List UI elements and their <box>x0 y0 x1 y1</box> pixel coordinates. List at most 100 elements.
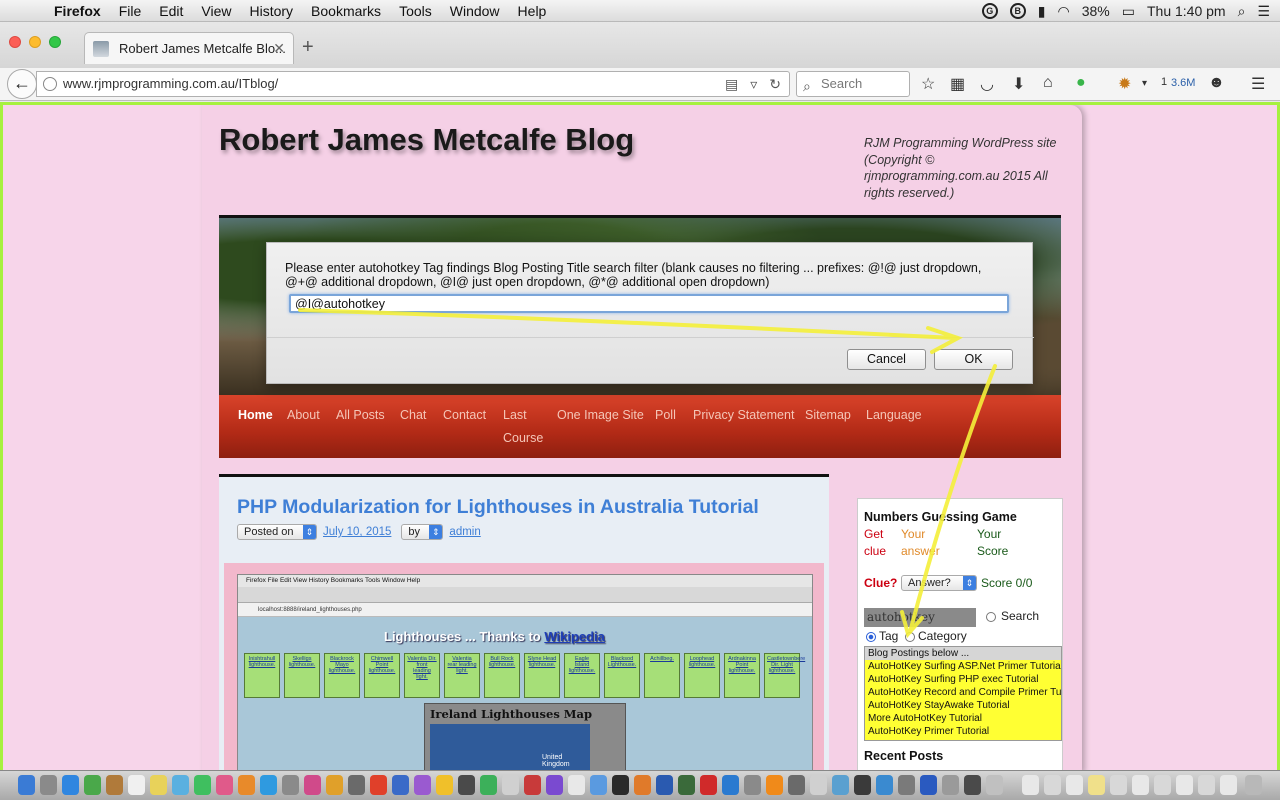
zoom-window-icon[interactable] <box>49 36 61 48</box>
battery-icon[interactable]: ▭ <box>1122 3 1135 20</box>
app-icon[interactable] <box>898 775 915 795</box>
app-icon[interactable] <box>656 775 673 795</box>
nav-one-image-site[interactable]: One Image Site <box>557 408 644 422</box>
audio-icon[interactable]: ▮ <box>1038 3 1046 20</box>
ibooks-store-icon[interactable] <box>326 775 343 795</box>
bluetooth-icon[interactable] <box>920 775 937 795</box>
post-screenshot-image[interactable]: Firefox File Edit View History Bookmarks… <box>224 563 824 770</box>
nav-language[interactable]: Language <box>866 408 922 422</box>
tag-search-input[interactable]: autohotkey <box>864 608 976 627</box>
app-icon[interactable] <box>832 775 849 795</box>
app-icon[interactable] <box>788 775 805 795</box>
list-item[interactable]: AutoHotKey StayAwake Tutorial <box>865 699 1061 712</box>
photos-icon[interactable] <box>216 775 233 795</box>
menu-app-firefox[interactable]: Firefox <box>54 3 101 19</box>
app-icon[interactable] <box>986 775 1003 795</box>
app-icon[interactable] <box>502 775 519 795</box>
post-title[interactable]: PHP Modularization for Lighthouses in Au… <box>237 496 759 519</box>
chrome-icon[interactable] <box>480 775 497 795</box>
notification-center-icon[interactable]: ☰ <box>1257 3 1270 20</box>
menu-file[interactable]: File <box>119 3 142 19</box>
ok-button[interactable]: OK <box>934 349 1013 370</box>
home-icon[interactable]: ⌂ <box>1043 74 1053 92</box>
document-icon[interactable] <box>1022 775 1039 795</box>
nav-last-course-line1[interactable]: Last <box>503 408 527 422</box>
ibooks-icon[interactable] <box>238 775 255 795</box>
contacts-icon[interactable] <box>106 775 123 795</box>
nav-home[interactable]: Home <box>238 408 273 422</box>
app-icon[interactable] <box>634 775 651 795</box>
app-icon[interactable] <box>436 775 453 795</box>
terminal-icon[interactable] <box>612 775 629 795</box>
cancel-button[interactable]: Cancel <box>847 349 926 370</box>
document-icon[interactable] <box>1044 775 1061 795</box>
maps-icon[interactable] <box>172 775 189 795</box>
nav-contact[interactable]: Contact <box>443 408 486 422</box>
reload-icon[interactable]: ↻ <box>769 72 781 96</box>
wifi-icon[interactable]: ◠ <box>1058 3 1070 20</box>
app-icon[interactable] <box>854 775 871 795</box>
by-select[interactable]: by <box>401 524 444 540</box>
url-text[interactable]: www.rjmprogramming.com.au/ITblog/ <box>63 76 278 91</box>
reader-view-icon[interactable]: ▤ <box>725 72 738 96</box>
menu-edit[interactable]: Edit <box>159 3 183 19</box>
app-icon[interactable] <box>546 775 563 795</box>
list-item[interactable]: AutoHotKey Surfing ASP.Net Primer Tutori… <box>865 660 1061 673</box>
document-icon[interactable] <box>1220 775 1237 795</box>
search-radio[interactable] <box>986 612 996 622</box>
opera-icon[interactable] <box>524 775 541 795</box>
facetime-icon[interactable] <box>194 775 211 795</box>
app-icon[interactable] <box>414 775 431 795</box>
menu-help[interactable]: Help <box>518 3 547 19</box>
minimize-window-icon[interactable] <box>29 36 41 48</box>
dropdown-icon[interactable]: ▿ <box>750 72 757 96</box>
document-icon[interactable] <box>1066 775 1083 795</box>
app-icon[interactable] <box>876 775 893 795</box>
grammarly-addon-icon[interactable]: ● <box>1076 74 1086 92</box>
list-item[interactable]: AutoHotKey Primer Tutorial <box>865 725 1061 738</box>
firebug-icon[interactable]: ✹ <box>1118 74 1131 94</box>
app-icon[interactable] <box>722 775 739 795</box>
nav-chat[interactable]: Chat <box>400 408 426 422</box>
nav-privacy[interactable]: Privacy Statement <box>693 408 794 422</box>
trash-icon[interactable] <box>1245 775 1262 795</box>
list-item[interactable]: More AutoHotKey Tutorial <box>865 712 1061 725</box>
nav-sitemap[interactable]: Sitemap <box>805 408 851 422</box>
launchpad-icon[interactable] <box>40 775 57 795</box>
utilities-icon[interactable] <box>348 775 365 795</box>
filezilla-icon[interactable] <box>700 775 717 795</box>
app-icon[interactable] <box>568 775 585 795</box>
post-author-link[interactable]: admin <box>449 526 480 538</box>
clue-label[interactable]: Clue? <box>864 576 897 590</box>
nav-all-posts[interactable]: All Posts <box>336 408 385 422</box>
tab-close-icon[interactable]: ✕ <box>273 40 285 57</box>
blog-postings-list[interactable]: Blog Postings below ... AutoHotKey Surfi… <box>864 646 1062 741</box>
pocket-icon[interactable]: ◡ <box>980 74 994 94</box>
back-button[interactable]: ← <box>7 69 37 99</box>
spotlight-icon[interactable]: ⌕ <box>1238 3 1246 20</box>
terminal-icon[interactable] <box>458 775 475 795</box>
calendar-icon[interactable] <box>128 775 145 795</box>
menu-window[interactable]: Window <box>450 3 500 19</box>
posted-on-select[interactable]: Posted on <box>237 524 317 540</box>
url-bar[interactable]: www.rjmprogramming.com.au/ITblog/ ▤ ▿ ↻ <box>36 71 790 97</box>
notes-icon[interactable] <box>150 775 167 795</box>
addon-dropdown-icon[interactable]: ▾ <box>1142 78 1147 89</box>
firefox-icon[interactable] <box>370 775 387 795</box>
document-icon[interactable] <box>1198 775 1215 795</box>
menu-view[interactable]: View <box>201 3 231 19</box>
document-icon[interactable] <box>1110 775 1127 795</box>
messages-icon[interactable] <box>84 775 101 795</box>
document-icon[interactable] <box>1088 775 1105 795</box>
app-icon[interactable] <box>678 775 695 795</box>
finder-icon[interactable] <box>18 775 35 795</box>
document-icon[interactable] <box>1154 775 1171 795</box>
new-tab-icon[interactable]: + <box>302 36 314 59</box>
app-icon[interactable] <box>942 775 959 795</box>
status-b-icon[interactable]: B <box>1009 3 1026 19</box>
app-icon[interactable] <box>590 775 607 795</box>
list-item[interactable]: AutoHotKey Surfing PHP exec Tutorial <box>865 673 1061 686</box>
itunes-icon[interactable] <box>304 775 321 795</box>
menu-history[interactable]: History <box>249 3 293 19</box>
close-window-icon[interactable] <box>9 36 21 48</box>
